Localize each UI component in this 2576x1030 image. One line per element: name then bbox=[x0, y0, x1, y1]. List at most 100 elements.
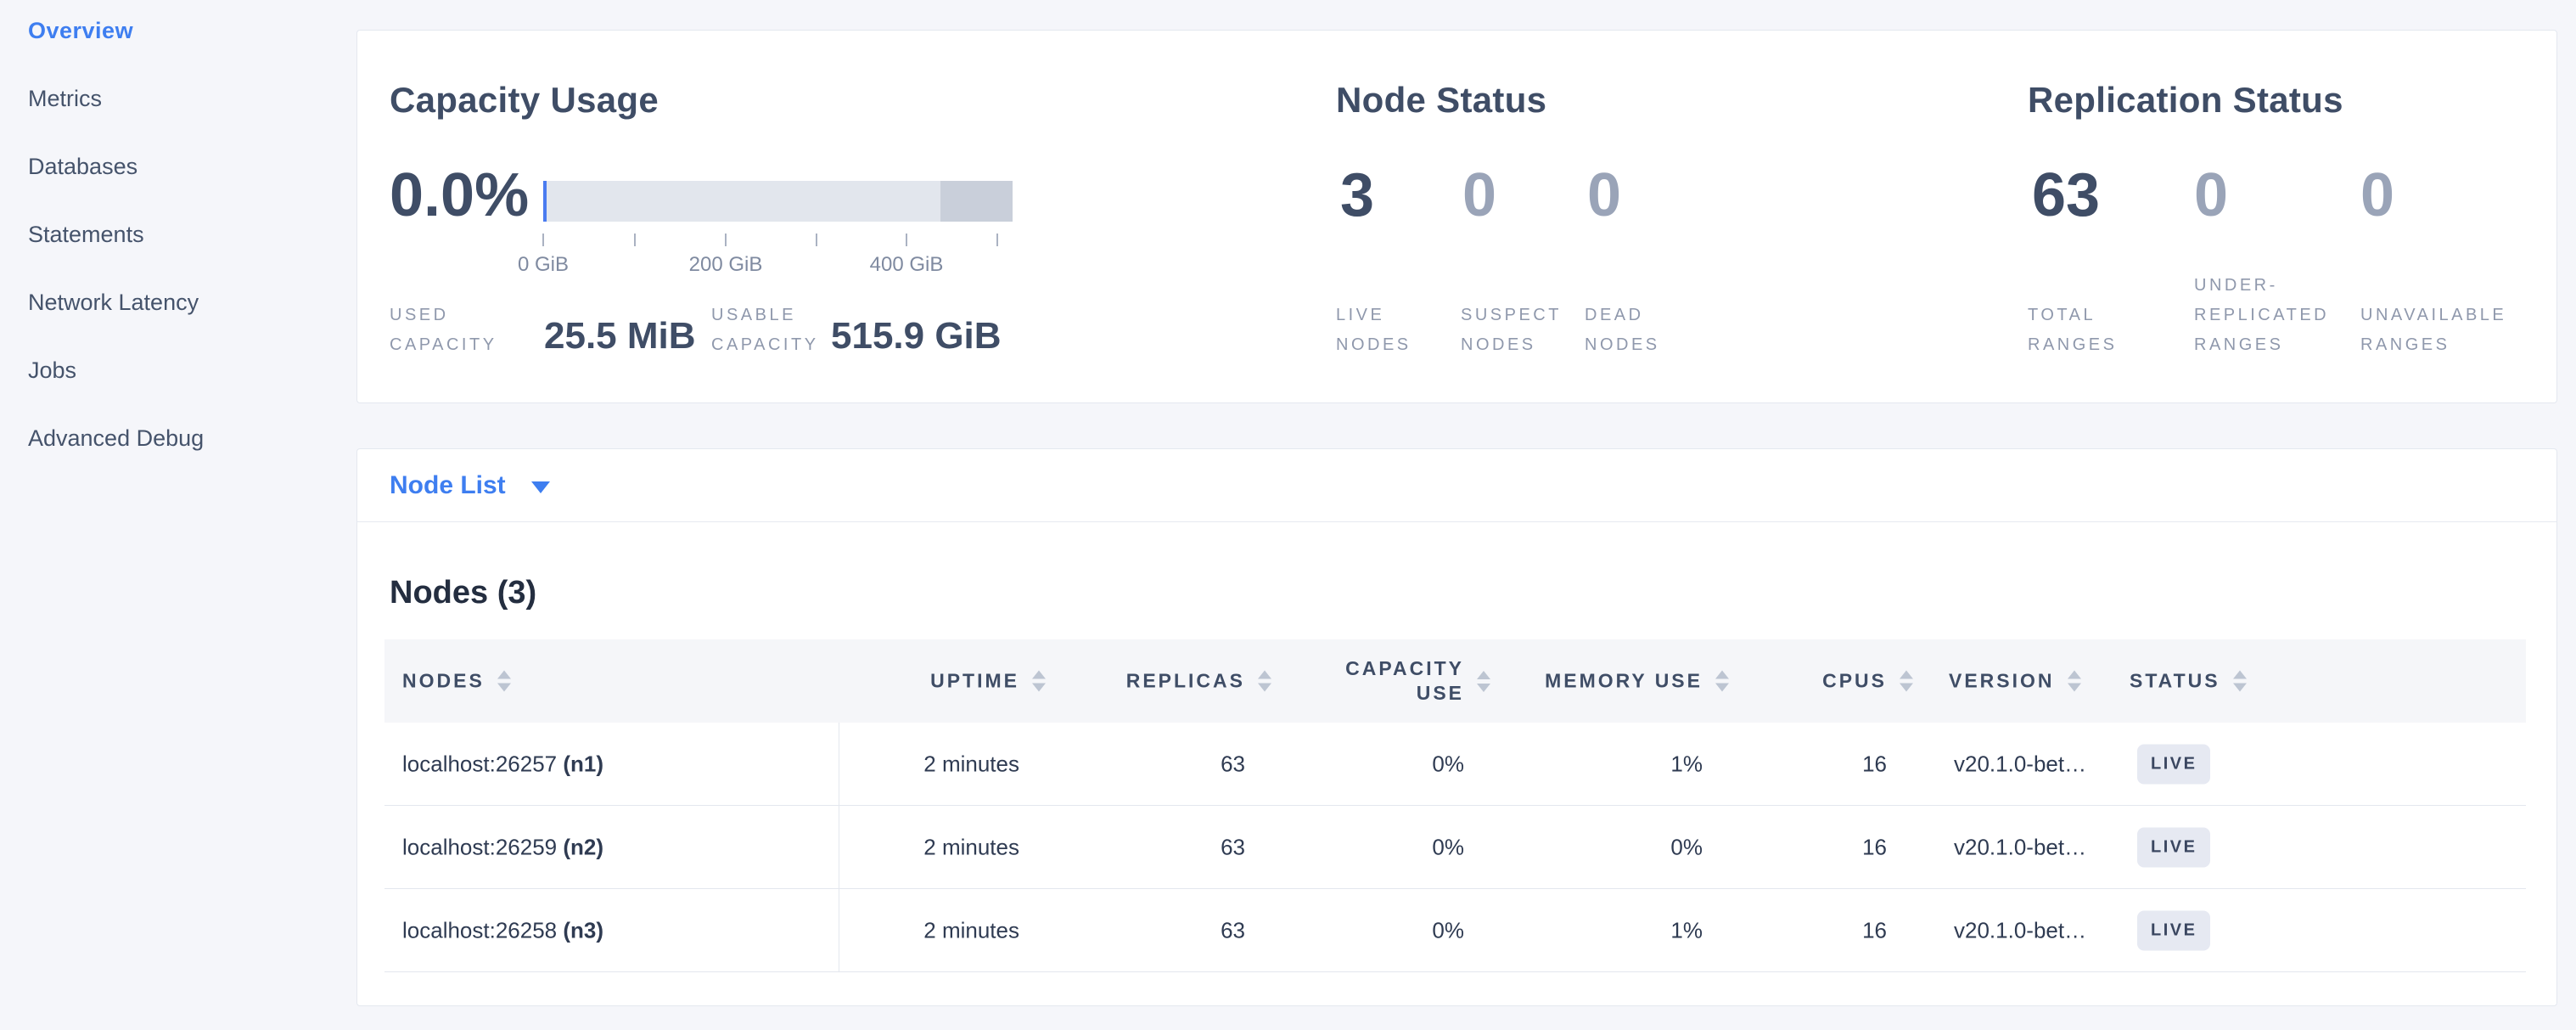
sidebar-item-overview[interactable]: Overview bbox=[28, 19, 334, 42]
column-header-capacity-use[interactable]: CAPACITY USE bbox=[1345, 656, 1493, 706]
table-row[interactable]: localhost:26258 (n3) 2 minutes 63 0% 1% … bbox=[384, 889, 2526, 972]
column-header-version[interactable]: VERSION bbox=[1949, 670, 2084, 693]
cpus-cell: 16 bbox=[1862, 917, 1887, 943]
version-cell: v20.1.0-bet… bbox=[1954, 834, 2086, 860]
replicas-cell: 63 bbox=[1221, 751, 1245, 777]
memory-use-cell: 0% bbox=[1670, 834, 1703, 860]
usable-capacity-label: USABLE CAPACITY bbox=[711, 301, 819, 360]
sidebar-item-statements[interactable]: Statements bbox=[28, 222, 334, 246]
sidebar-item-databases[interactable]: Databases bbox=[28, 155, 334, 178]
sidebar-item-label: Network Latency bbox=[28, 290, 199, 315]
memory-use-cell: 1% bbox=[1670, 917, 1703, 943]
replicas-cell: 63 bbox=[1221, 834, 1245, 860]
status-cell: LIVE bbox=[2137, 910, 2210, 950]
node-list-dropdown-label: Node List bbox=[390, 471, 506, 500]
node-list-dropdown[interactable]: Node List bbox=[357, 449, 2556, 522]
status-badge: LIVE bbox=[2137, 910, 2210, 950]
capacity-used-percent: 0.0% bbox=[390, 165, 529, 226]
column-header-status[interactable]: STATUS bbox=[2130, 670, 2249, 693]
under-replicated-ranges-label: UNDER- REPLICATED RANGES bbox=[2194, 271, 2329, 360]
used-capacity-label: USED CAPACITY bbox=[390, 301, 497, 360]
nodes-table-header: NODES UPTIME REPLICAS CAPACITY USE bbox=[384, 639, 2526, 723]
node-address-link[interactable]: localhost:26257 (n1) bbox=[402, 751, 603, 777]
nodes-table: NODES UPTIME REPLICAS CAPACITY USE bbox=[384, 639, 2526, 972]
replicas-cell: 63 bbox=[1221, 917, 1245, 943]
capacity-gauge-reserved-segment bbox=[940, 181, 1013, 222]
sort-icon bbox=[1474, 671, 1493, 692]
sidebar-item-network-latency[interactable]: Network Latency bbox=[28, 290, 334, 314]
capacity-usage-title: Capacity Usage bbox=[390, 80, 659, 121]
unavailable-ranges-count: 0 bbox=[2360, 165, 2394, 226]
status-cell: LIVE bbox=[2137, 827, 2210, 867]
usable-capacity-value: 515.9 GiB bbox=[831, 315, 1002, 357]
gauge-axis-label: 0 GiB bbox=[518, 253, 569, 277]
cpus-cell: 16 bbox=[1862, 834, 1887, 860]
uptime-cell: 2 minutes bbox=[923, 917, 1019, 943]
table-row[interactable]: localhost:26259 (n2) 2 minutes 63 0% 0% … bbox=[384, 806, 2526, 889]
gauge-tick bbox=[634, 234, 636, 246]
capacity-use-cell: 0% bbox=[1432, 917, 1464, 943]
version-cell: v20.1.0-bet… bbox=[1954, 751, 2086, 777]
capacity-use-cell: 0% bbox=[1432, 751, 1464, 777]
sidebar-item-jobs[interactable]: Jobs bbox=[28, 358, 334, 382]
sidebar-item-label: Databases bbox=[28, 154, 137, 179]
gauge-tick bbox=[906, 234, 907, 246]
sidebar-item-metrics[interactable]: Metrics bbox=[28, 87, 334, 110]
gauge-tick bbox=[996, 234, 998, 246]
sidebar-item-advanced-debug[interactable]: Advanced Debug bbox=[28, 426, 334, 450]
node-address-link[interactable]: localhost:26258 (n3) bbox=[402, 917, 603, 943]
sidebar-item-label: Advanced Debug bbox=[28, 425, 204, 451]
node-address-link[interactable]: localhost:26259 (n2) bbox=[402, 834, 603, 860]
sidebar-item-label: Metrics bbox=[28, 86, 102, 111]
column-header-uptime[interactable]: UPTIME bbox=[930, 670, 1048, 693]
status-cell: LIVE bbox=[2137, 744, 2210, 784]
dead-nodes-label: DEAD NODES bbox=[1585, 301, 1660, 360]
suspect-nodes-count: 0 bbox=[1462, 165, 1496, 226]
column-header-cpus[interactable]: CPUS bbox=[1822, 670, 1916, 693]
under-replicated-ranges-count: 0 bbox=[2194, 165, 2228, 226]
live-nodes-label: LIVE NODES bbox=[1336, 301, 1411, 360]
gauge-tick bbox=[725, 234, 727, 246]
memory-use-cell: 1% bbox=[1670, 751, 1703, 777]
sidebar-item-label: Statements bbox=[28, 222, 144, 247]
total-ranges-label: TOTAL RANGES bbox=[2028, 301, 2117, 360]
gauge-tick bbox=[542, 234, 544, 246]
replication-status-title: Replication Status bbox=[2028, 80, 2343, 121]
sidebar-nav: Overview Metrics Databases Statements Ne… bbox=[28, 19, 334, 494]
used-capacity-value: 25.5 MiB bbox=[544, 315, 696, 357]
sort-icon bbox=[1713, 671, 1731, 692]
table-row[interactable]: localhost:26257 (n1) 2 minutes 63 0% 1% … bbox=[384, 723, 2526, 806]
node-list-card: Node List Nodes (3) NODES UPTIME REPLICA… bbox=[356, 448, 2557, 1006]
capacity-use-cell: 0% bbox=[1432, 834, 1464, 860]
cpus-cell: 16 bbox=[1862, 751, 1887, 777]
version-cell: v20.1.0-bet… bbox=[1954, 917, 2086, 943]
sort-icon bbox=[2231, 671, 2249, 692]
cluster-overview-card: Capacity Usage 0.0% 0 GiB 200 GiB 400 Gi… bbox=[356, 30, 2557, 403]
sort-icon bbox=[2065, 671, 2084, 692]
gauge-axis-label: 200 GiB bbox=[689, 253, 763, 277]
sidebar-item-label: Jobs bbox=[28, 357, 76, 383]
column-header-replicas[interactable]: REPLICAS bbox=[1126, 670, 1274, 693]
uptime-cell: 2 minutes bbox=[923, 751, 1019, 777]
gauge-axis-label: 400 GiB bbox=[870, 253, 944, 277]
column-header-nodes[interactable]: NODES bbox=[402, 670, 514, 693]
gauge-tick bbox=[816, 234, 817, 246]
node-status-title: Node Status bbox=[1336, 80, 1546, 121]
sidebar-item-label: Overview bbox=[28, 18, 133, 43]
status-badge: LIVE bbox=[2137, 744, 2210, 784]
unavailable-ranges-label: UNAVAILABLE RANGES bbox=[2360, 301, 2506, 360]
sort-icon bbox=[495, 671, 514, 692]
nodes-table-title: Nodes (3) bbox=[390, 575, 536, 611]
dead-nodes-count: 0 bbox=[1587, 165, 1621, 226]
column-header-memory-use[interactable]: MEMORY USE bbox=[1545, 670, 1731, 693]
overview-page: Overview Metrics Databases Statements Ne… bbox=[0, 0, 2576, 1030]
sort-icon bbox=[1255, 671, 1274, 692]
capacity-gauge bbox=[543, 181, 1013, 222]
sort-icon bbox=[1897, 671, 1916, 692]
capacity-gauge-used-marker bbox=[543, 181, 547, 222]
sort-icon bbox=[1030, 671, 1048, 692]
status-badge: LIVE bbox=[2137, 827, 2210, 867]
total-ranges-count: 63 bbox=[2032, 165, 2100, 226]
uptime-cell: 2 minutes bbox=[923, 834, 1019, 860]
suspect-nodes-label: SUSPECT NODES bbox=[1461, 301, 1562, 360]
